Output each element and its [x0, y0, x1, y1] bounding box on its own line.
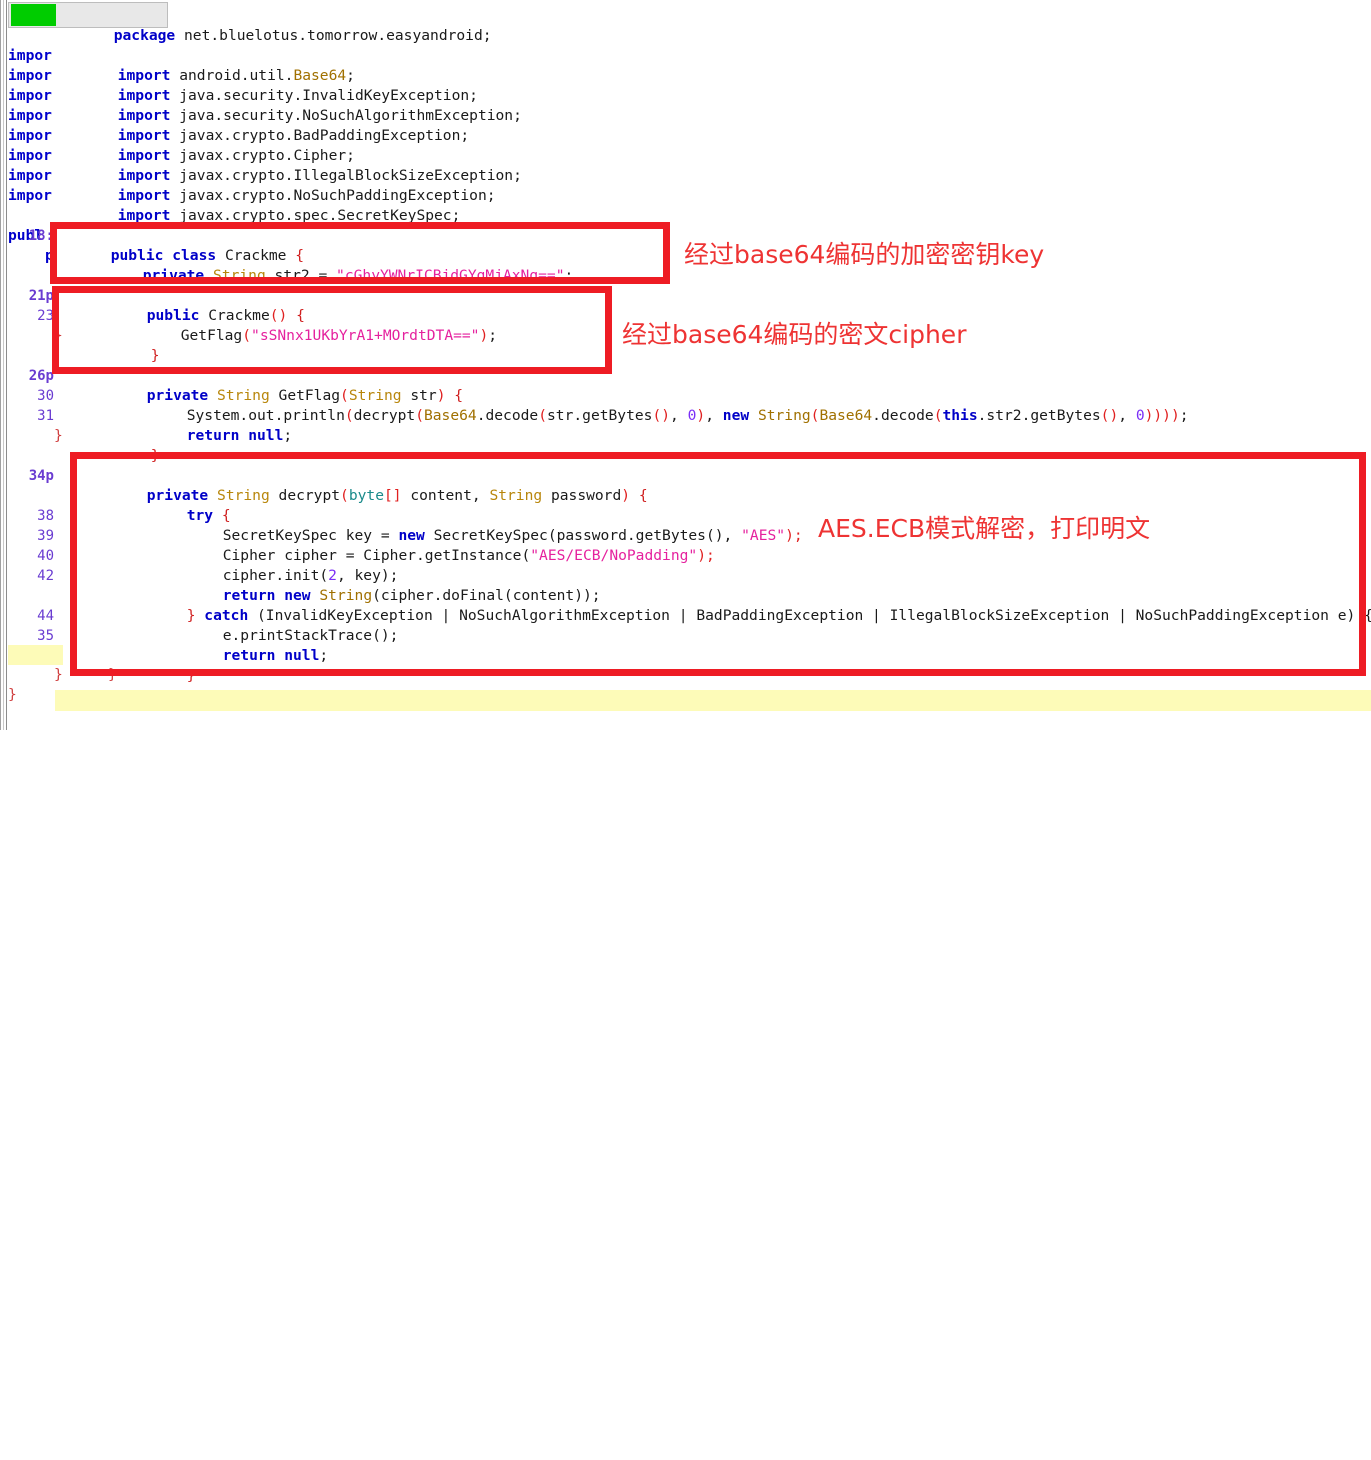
code-line-println[interactable]: System.out.println(decrypt(Base64.decode… [134, 386, 1189, 424]
editor-left-border-3 [6, 0, 7, 730]
annotation-box-decrypt [70, 452, 1366, 676]
ghost-import-2: impor [8, 67, 52, 84]
code-line-getflag-return[interactable]: return null; [134, 406, 292, 444]
gutter-line-30: 30 [37, 388, 54, 404]
ghost-brace-2: } [54, 427, 63, 444]
gutter-line-31: 31 [37, 408, 54, 424]
annotation-label-aes: AES.ECB模式解密，打印明文 [818, 514, 1151, 543]
code-line-import-4[interactable]: import javax.crypto.BadPaddingException; [65, 106, 469, 144]
keyword-return-getflag: return [186, 427, 240, 444]
ghost-import-3: impor [8, 87, 52, 104]
code-line-import-2[interactable]: import java.security.InvalidKeyException… [65, 66, 478, 104]
code-line-package[interactable]: package net.bluelotus.tomorrow.easyandro… [61, 6, 492, 44]
getflag-return-semicolon: ; [283, 427, 293, 444]
ghost-import-6: impor [8, 147, 52, 164]
ghost-import-7: impor [8, 167, 52, 184]
gutter-line-40: 40 [37, 548, 54, 564]
annotation-label-cipher: 经过base64编码的密文cipher [622, 320, 967, 349]
gutter-line-42: 42 [37, 568, 54, 584]
gutter-line-23: 23 [37, 308, 54, 324]
ghost-import-5: impor [8, 127, 52, 144]
ghost-import-4: impor [8, 107, 52, 124]
gutter-line-26: 26p [28, 368, 54, 384]
package-name: net.bluelotus.tomorrow.easyandroid; [175, 27, 492, 44]
gutter-line-38: 38 [37, 508, 54, 524]
annotation-box-cipher [52, 286, 612, 374]
keyword-new-string: new [722, 407, 750, 424]
code-editor[interactable]: impor impor impor impor impor impor impo… [0, 0, 1371, 730]
code-line-import-5[interactable]: import javax.crypto.Cipher; [65, 126, 355, 164]
gutter-line-34: 34p [28, 468, 54, 484]
code-line-import-8[interactable]: import javax.crypto.spec.SecretKeySpec; [65, 186, 461, 224]
gutter-line-21: 21p [28, 288, 54, 304]
ghost-import-8: impor [8, 187, 52, 204]
gutter-line-18: 18: [28, 228, 54, 244]
gutter-line-35: 35 [37, 628, 54, 644]
ghost-brace-3: } [54, 666, 63, 683]
editor-left-border-2 [3, 0, 4, 730]
code-line-import-1[interactable]: import android.util.Base64; [65, 46, 355, 84]
code-line-import-7[interactable]: import javax.crypto.NoSuchPaddingExcepti… [65, 166, 496, 204]
annotation-label-key: 经过base64编码的加密密钥key [684, 240, 1045, 269]
keyword-package: package [113, 27, 176, 44]
ghost-import-1: impor [8, 47, 52, 64]
code-line-getflag-close[interactable]: } [98, 426, 160, 464]
ghost-brace-4: } [8, 686, 17, 703]
literal-null-getflag: null [248, 427, 284, 444]
annotation-box-key [50, 222, 670, 284]
gutter-line-39: 39 [37, 528, 54, 544]
editor-left-border-1 [0, 0, 1, 730]
code-line-import-6[interactable]: import javax.crypto.IllegalBlockSizeExce… [65, 146, 522, 184]
gutter-line-44: 44 [37, 608, 54, 624]
code-line-import-3[interactable]: import java.security.NoSuchAlgorithmExce… [65, 86, 522, 124]
